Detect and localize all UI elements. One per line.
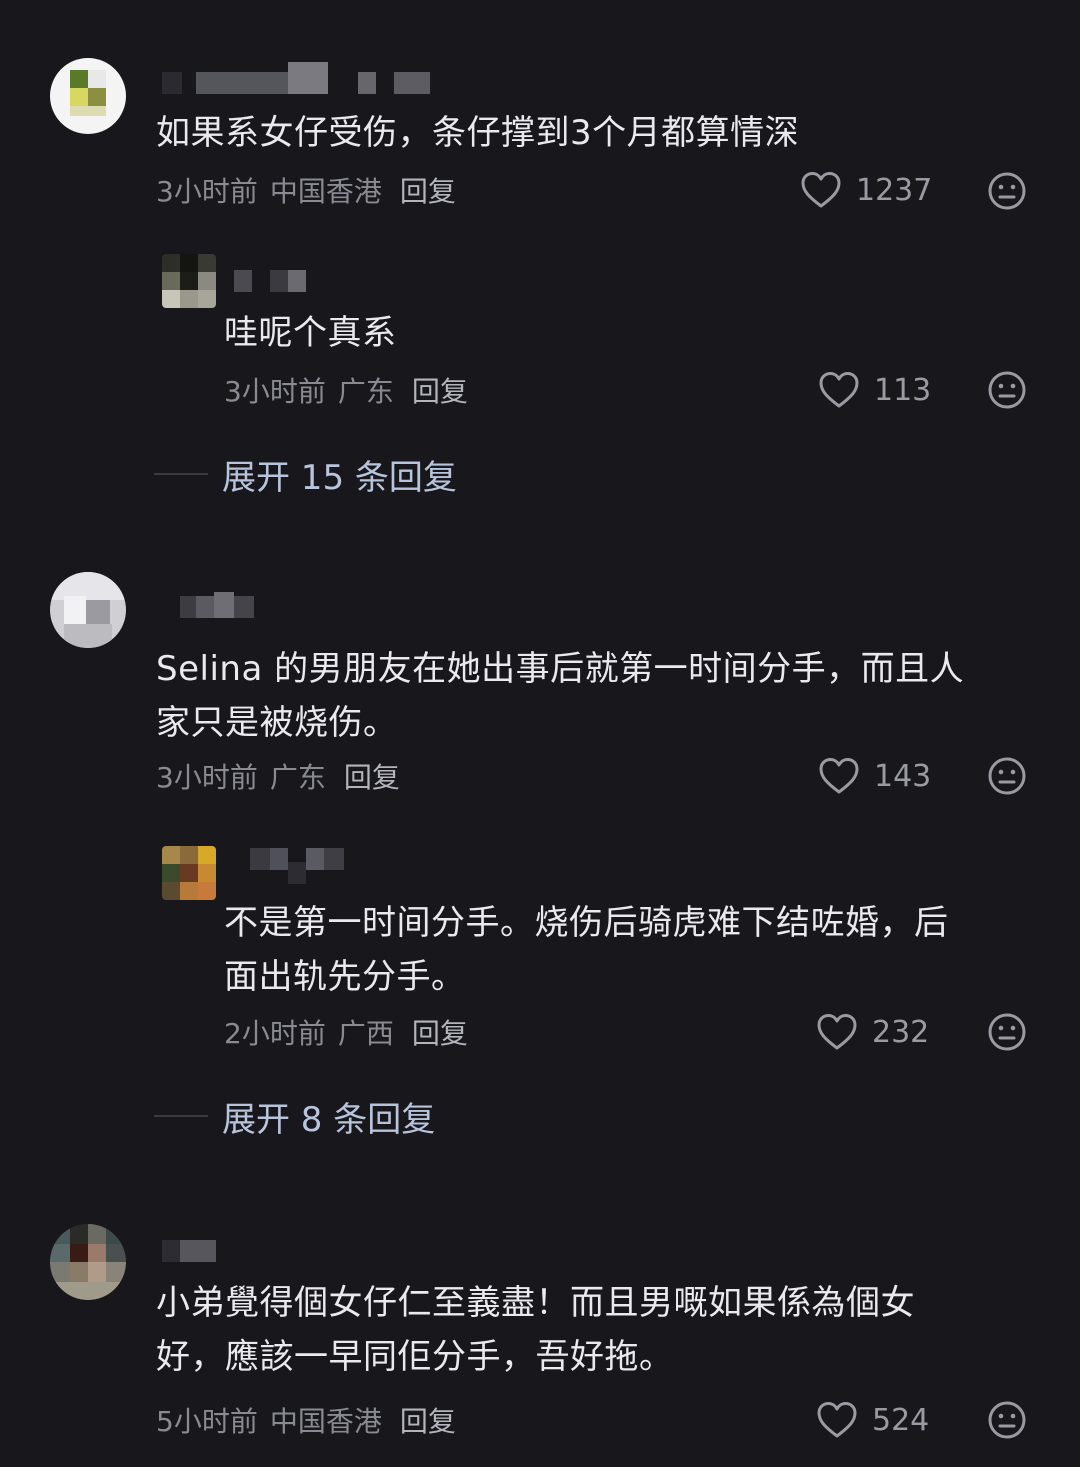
avatar[interactable] bbox=[50, 58, 126, 134]
divider bbox=[154, 1115, 208, 1117]
comment-location: 中国香港 bbox=[269, 1405, 382, 1438]
neutral-face-icon[interactable] bbox=[987, 1012, 1027, 1052]
like-button[interactable]: 524 bbox=[816, 1398, 929, 1442]
reply-text: 不是第一时间分手。烧伤后骑虎难下结咗婚，后 面出轨先分手。 bbox=[224, 903, 949, 997]
reply-location: 广西 bbox=[337, 1017, 394, 1050]
heart-outline-icon bbox=[800, 171, 842, 209]
username-blurred[interactable] bbox=[180, 592, 280, 618]
like-count: 524 bbox=[872, 1402, 930, 1438]
divider bbox=[154, 473, 208, 475]
reply-button[interactable]: 回复 bbox=[400, 170, 456, 210]
reply-button[interactable]: 回复 bbox=[412, 1012, 468, 1052]
reply-time: 3小时前 bbox=[224, 375, 326, 408]
heart-outline-icon bbox=[816, 1013, 858, 1051]
username-blurred[interactable] bbox=[162, 62, 442, 94]
like-count: 1237 bbox=[856, 172, 933, 208]
heart-outline-icon bbox=[816, 1401, 858, 1439]
comment-location: 中国香港 bbox=[269, 175, 382, 208]
expand-replies-button[interactable]: 展开 8 条回复 bbox=[154, 1094, 436, 1140]
heart-outline-icon bbox=[818, 757, 860, 795]
reply-text: 哇呢个真系 bbox=[224, 313, 397, 353]
comment-location: 广东 bbox=[269, 761, 326, 794]
expand-replies-label: 展开 15 条回复 bbox=[222, 457, 457, 498]
comment-text: 小弟覺得個女仔仁至義盡！而且男嘅如果係為個女 好，應該一早同佢分手，吾好拖。 bbox=[156, 1283, 915, 1377]
reply-meta: 3小时前 广东 回复 bbox=[224, 370, 468, 410]
avatar[interactable] bbox=[50, 572, 126, 648]
like-button[interactable]: 1237 bbox=[800, 168, 932, 212]
comment-time: 3小时前 bbox=[156, 761, 258, 794]
comment-text: 如果系女仔受伤，条仔撑到3个月都算情深 bbox=[156, 113, 800, 153]
reply-button[interactable]: 回复 bbox=[400, 1400, 456, 1440]
neutral-face-icon[interactable] bbox=[987, 1400, 1027, 1440]
comment-text: Selina 的男朋友在她出事后就第一时间分手，而且人 家只是被烧伤。 bbox=[156, 649, 965, 743]
like-button[interactable]: 232 bbox=[816, 1010, 929, 1054]
comment-time: 5小时前 bbox=[156, 1405, 258, 1438]
reply-time: 2小时前 bbox=[224, 1017, 326, 1050]
like-count: 113 bbox=[874, 372, 932, 408]
comment-meta: 3小时前 中国香港 回复 bbox=[156, 170, 456, 210]
like-count: 232 bbox=[872, 1014, 930, 1050]
comment-time: 3小时前 bbox=[156, 175, 258, 208]
username-blurred[interactable] bbox=[250, 848, 350, 884]
like-button[interactable]: 143 bbox=[818, 754, 931, 798]
reply-location: 广东 bbox=[337, 375, 394, 408]
reply-button[interactable]: 回复 bbox=[412, 370, 468, 410]
like-button[interactable]: 113 bbox=[818, 368, 931, 412]
neutral-face-icon[interactable] bbox=[987, 370, 1027, 410]
avatar[interactable] bbox=[50, 1224, 126, 1300]
reply-meta: 2小时前 广西 回复 bbox=[224, 1012, 468, 1052]
neutral-face-icon[interactable] bbox=[987, 171, 1027, 211]
reply-button[interactable]: 回复 bbox=[344, 756, 400, 796]
avatar[interactable] bbox=[162, 254, 216, 308]
username-blurred[interactable] bbox=[234, 270, 334, 292]
comment-meta: 3小时前 广东 回复 bbox=[156, 756, 400, 796]
expand-replies-label: 展开 8 条回复 bbox=[222, 1099, 436, 1140]
comment-meta: 5小时前 中国香港 回复 bbox=[156, 1400, 456, 1440]
expand-replies-button[interactable]: 展开 15 条回复 bbox=[154, 452, 457, 498]
neutral-face-icon[interactable] bbox=[987, 756, 1027, 796]
like-count: 143 bbox=[874, 758, 932, 794]
username-blurred[interactable] bbox=[162, 1240, 222, 1262]
avatar[interactable] bbox=[162, 846, 216, 900]
heart-outline-icon bbox=[818, 371, 860, 409]
